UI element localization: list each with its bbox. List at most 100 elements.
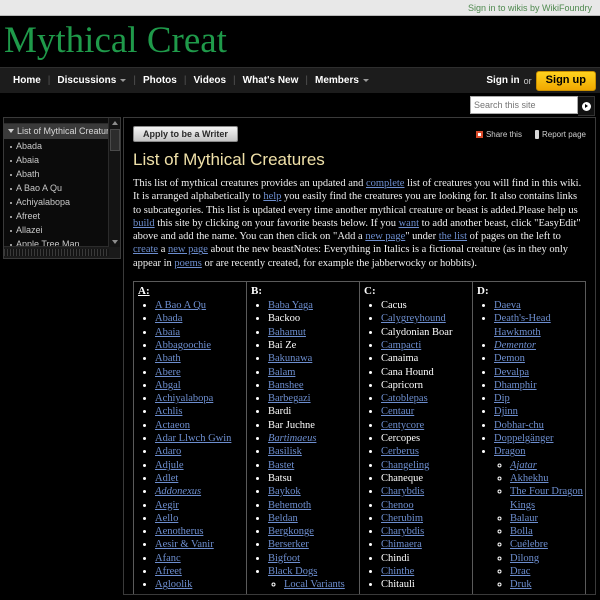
creature-link[interactable]: Abaia [155,327,180,338]
creature-link[interactable]: Dobhar-chu [494,420,544,431]
site-logo[interactable]: Mythical Creat [4,18,227,64]
intro-link[interactable]: the list [439,231,467,242]
creature-link[interactable]: Afanc [155,553,181,564]
creature-link[interactable]: The Four Dragon Kings [510,486,583,510]
intro-link[interactable]: build [133,218,155,229]
creature-link[interactable]: Dilong [510,553,539,564]
creature-link[interactable]: Agloolik [155,579,192,590]
nav-item-videos[interactable]: Videos [186,75,233,86]
creature-link[interactable]: Baba Yaga [268,300,313,311]
creature-link[interactable]: Daeva [494,300,521,311]
intro-link[interactable]: poems [174,258,201,269]
creature-link[interactable]: Drac [510,566,530,577]
creature-link[interactable]: Beldan [268,513,298,524]
creature-link[interactable]: Afreet [155,566,182,577]
creature-link[interactable]: Centycore [381,420,424,431]
creature-link[interactable]: Aello [155,513,178,524]
creature-link[interactable]: Agta or Kapre [155,593,215,594]
scroll-up-button[interactable] [109,118,120,128]
signin-to-wikis-link[interactable]: Sign in to wikis by WikiFoundry [468,3,592,13]
creature-link[interactable]: Actaeon [155,420,190,431]
creature-link[interactable]: Achiyalabopa [155,393,213,404]
creature-link[interactable]: Charybdis [381,486,424,497]
report-page-link[interactable]: Report page [534,129,586,139]
creature-link[interactable]: Changeling [381,460,429,471]
creature-link[interactable]: Berserker [268,539,309,550]
creature-link[interactable]: Dip [494,393,510,404]
creature-link[interactable]: Local Variants [284,579,345,590]
intro-link[interactable]: complete [366,178,404,189]
creature-link[interactable]: Chinthe [381,566,414,577]
creature-link[interactable]: Abada [155,313,182,324]
tree-vertical-scrollbar[interactable] [108,118,120,247]
creature-link[interactable]: Black Dogs [268,566,317,577]
creature-link[interactable]: Charybdis [381,526,424,537]
creature-link[interactable]: Dementor [494,340,536,351]
intro-link[interactable]: new page [365,231,405,242]
search-submit-button[interactable] [578,96,595,116]
creature-link[interactable]: Bakunawa [268,353,312,364]
creature-link[interactable]: Doppelgänger [494,433,553,444]
sidebar-tree-item[interactable]: Abada [4,139,109,153]
creature-link[interactable]: Ajatar [510,460,537,471]
creature-link[interactable]: Campacti [381,340,421,351]
nav-item-discussions[interactable]: Discussions [50,75,133,86]
creature-link[interactable]: Demon [494,353,525,364]
creature-link[interactable]: Basilisk [268,446,302,457]
creature-link[interactable]: Bartimaeus [268,433,316,444]
creature-link[interactable]: Balam [268,367,295,378]
creature-link[interactable]: Baykok [268,486,301,497]
intro-link[interactable]: want [399,218,419,229]
creature-link[interactable]: Bolla [510,526,533,537]
creature-link[interactable]: Druk [510,579,532,590]
nav-item-photos[interactable]: Photos [136,75,184,86]
intro-link[interactable]: new page [168,244,208,255]
creature-link[interactable]: Abgal [155,380,181,391]
sign-in-link[interactable]: Sign in [486,75,519,86]
tree-root-list-of-mythical-creatures[interactable]: List of Mythical Creatures [4,124,109,139]
creature-link[interactable]: Akhekhu [510,473,549,484]
creature-link[interactable]: Behemoth [268,500,311,511]
creature-link[interactable]: Addonexus [155,486,201,497]
nav-item-home[interactable]: Home [6,75,48,86]
sidebar-tree-item[interactable]: A Bao A Qu [4,181,109,195]
search-input[interactable] [470,96,578,114]
intro-link[interactable]: help [263,191,281,202]
creature-link[interactable]: Adlet [155,473,178,484]
creature-link[interactable]: Chimaera [381,539,422,550]
sidebar-tree-item[interactable]: Afreet [4,209,109,223]
creature-link[interactable]: Calygreyhound [381,313,446,324]
sidebar-tree-item[interactable]: Achiyalabopa [4,195,109,209]
creature-link[interactable]: Djinn [494,406,518,417]
share-this-link[interactable]: Share this [475,130,522,139]
sidebar-tree-item[interactable]: Abaia [4,153,109,167]
creature-link[interactable]: Chenoo [381,500,414,511]
creature-link[interactable]: Abath [155,353,181,364]
creature-link[interactable]: Aegir [155,500,179,511]
creature-link[interactable]: Bastet [268,460,294,471]
creature-link[interactable]: A Bao A Qu [155,300,206,311]
creature-link[interactable]: Dragon [494,446,526,457]
creature-link[interactable]: Cuélebre [510,539,548,550]
creature-link[interactable]: Bergkonge [268,526,314,537]
intro-link[interactable]: create [133,244,158,255]
creature-link[interactable]: Chupacabra [381,593,431,594]
creature-link[interactable]: Balaur [510,513,538,524]
creature-link[interactable]: Adaro [155,446,181,457]
creature-link[interactable]: Banshee [268,380,304,391]
creature-link[interactable]: Aenotherus [155,526,203,537]
creature-link[interactable]: Dhamphir [494,380,537,391]
creature-link[interactable]: Abbagoochie [155,340,211,351]
creature-link[interactable]: Bigfoot [268,553,300,564]
creature-link[interactable]: Cerberus [381,446,419,457]
creature-link[interactable]: Abere [155,367,181,378]
creature-link[interactable]: Aesir & Vanir [155,539,214,550]
scroll-down-button[interactable] [109,237,120,247]
sidebar-tree-item[interactable]: Abath [4,167,109,181]
sidebar-tree-item[interactable]: Allazei [4,223,109,237]
creature-link[interactable]: Centaur [381,406,414,417]
tree-horizontal-scrollbar[interactable] [4,246,109,258]
creature-link[interactable]: Bahamut [268,327,306,338]
creature-link[interactable]: Barbegazi [268,393,311,404]
creature-link[interactable]: Devalpa [494,367,529,378]
